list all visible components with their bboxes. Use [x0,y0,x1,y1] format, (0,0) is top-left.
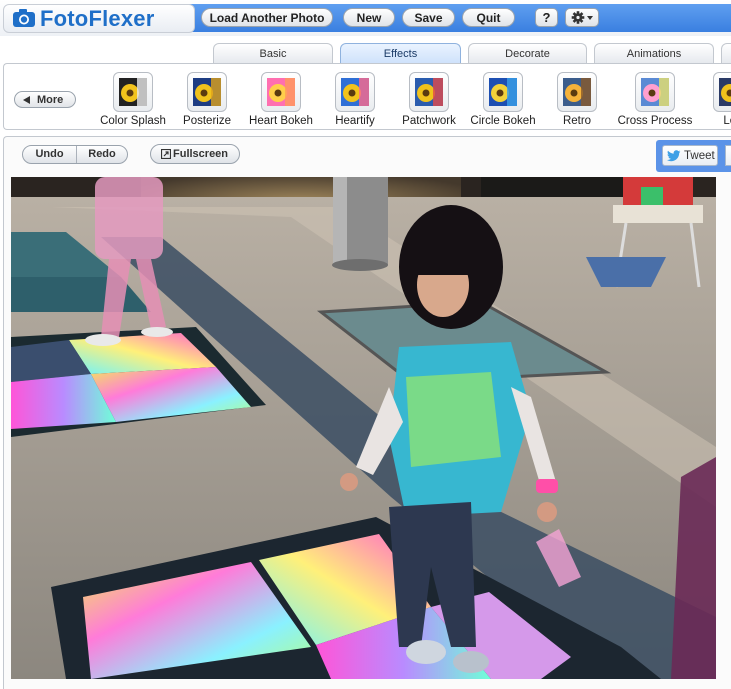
left-arrow-icon [23,96,30,104]
tweet-button[interactable]: Tweet [662,145,718,166]
share-next-button[interactable] [725,145,731,166]
sunflower-icon [415,78,443,106]
camera-icon [13,9,35,27]
effect-label: Lon [723,115,731,127]
save-button[interactable]: Save [402,8,455,27]
chevron-down-icon [587,16,593,20]
more-effects-button[interactable]: More [14,91,76,108]
fullscreen-icon [161,149,171,159]
sunflower-icon [719,78,731,106]
app-logo: FotoFlexer [3,4,195,33]
fullscreen-label: Fullscreen [173,148,229,160]
effect-thumbnail [409,72,449,112]
redo-button[interactable]: Redo [77,146,127,163]
sunflower-icon [193,78,221,106]
undo-button[interactable]: Undo [23,146,76,163]
sunflower-icon [489,78,517,106]
load-photo-button[interactable]: Load Another Photo [201,8,333,27]
sunflower-icon [119,78,147,106]
sunflower-icon [267,78,295,106]
gear-icon [571,11,593,24]
effect-lon[interactable]: Lon [690,72,731,130]
effect-thumbnail [113,72,153,112]
settings-button[interactable] [565,8,599,27]
help-button[interactable]: ? [535,8,558,27]
photo-image [11,177,716,679]
tab-overflow[interactable] [721,43,731,63]
tab-basic[interactable]: Basic [213,43,333,63]
effect-thumbnail [261,72,301,112]
new-button[interactable]: New [343,8,395,27]
effect-thumbnail [557,72,597,112]
tab-effects[interactable]: Effects [340,43,461,63]
effect-thumbnail [187,72,227,112]
quit-button[interactable]: Quit [462,8,515,27]
effect-thumbnail [483,72,523,112]
tweet-label: Tweet [684,150,715,162]
effect-thumbnail [635,72,675,112]
top-toolbar: FotoFlexer Load Another Photo New Save Q… [0,0,731,36]
sunflower-icon [341,78,369,106]
more-label: More [37,94,64,106]
undo-redo-group: Undo Redo [22,145,128,164]
effect-retro[interactable]: Retro [534,72,620,130]
sunflower-icon [563,78,591,106]
app-name: FotoFlexer [40,6,155,31]
sunflower-icon [641,78,669,106]
fullscreen-button[interactable]: Fullscreen [150,144,240,164]
tab-decorate[interactable]: Decorate [468,43,587,63]
twitter-bird-icon [667,150,681,162]
effect-cross-process[interactable]: Cross Process [612,72,698,130]
effect-label: Retro [562,115,592,127]
effect-thumbnail [335,72,375,112]
tab-animations[interactable]: Animations [594,43,714,63]
effect-label: Cross Process [617,115,693,127]
photo-canvas[interactable] [11,177,716,679]
effect-thumbnail [713,72,731,112]
